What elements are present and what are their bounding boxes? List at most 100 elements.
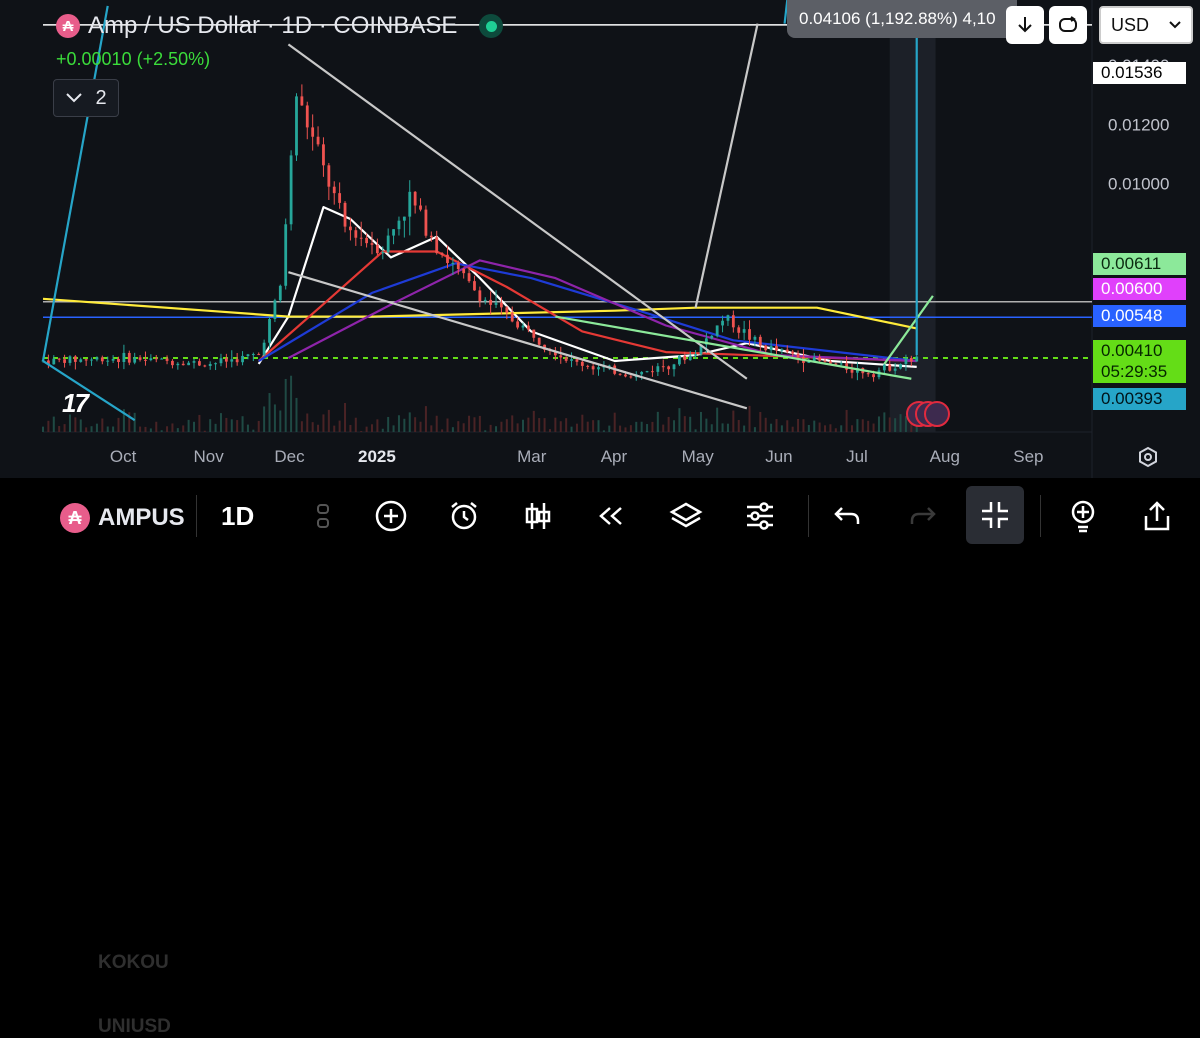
volume-bar [770, 423, 773, 432]
fullscreen-exit-button[interactable] [966, 486, 1024, 544]
settings-sliders-button[interactable] [739, 495, 781, 537]
candle-body [489, 299, 493, 305]
ideas-button[interactable] [1062, 495, 1104, 537]
redo-button[interactable] [902, 495, 944, 537]
volume-bar [306, 413, 309, 432]
x-tick-label: 2025 [358, 447, 396, 466]
volume-bar [106, 426, 109, 432]
volume-bar [209, 419, 212, 432]
candle-body [208, 364, 212, 366]
chart-area[interactable]: 0.014000.012000.01000OctNovDec2025MarApr… [0, 0, 1200, 478]
volume-bar [257, 420, 260, 432]
volume-bar [149, 428, 152, 432]
currency-select[interactable]: USD [1099, 6, 1193, 44]
candle-body [224, 358, 228, 362]
trend-line [42, 360, 136, 422]
candle-body [100, 357, 104, 362]
candle-body [494, 302, 498, 305]
price-axis-label: 0.00410 [1093, 340, 1186, 362]
candle-body [473, 281, 476, 291]
volume-bar [548, 429, 551, 432]
layers-button[interactable] [665, 495, 707, 537]
plus-circle-icon [375, 500, 407, 532]
add-button[interactable] [370, 495, 412, 537]
candle-body [570, 359, 573, 361]
candle-body [154, 358, 158, 360]
volume-bar [619, 425, 622, 432]
x-tick-label: Apr [601, 447, 628, 466]
amp-coin-icon: ₳ [56, 14, 80, 38]
candle-body [397, 220, 401, 230]
events-icon[interactable] [906, 401, 950, 429]
indicators-button[interactable] [517, 495, 559, 537]
candle-body [354, 230, 358, 238]
candle-body [365, 237, 368, 244]
symbol-header[interactable]: ₳ Amp / US Dollar · 1D · COINBASE [56, 12, 504, 40]
refresh-icon [1059, 16, 1077, 32]
sliders-icon [747, 502, 773, 530]
candle-body [79, 359, 83, 362]
candle-body [769, 346, 773, 351]
arrow-down-icon [1018, 17, 1032, 33]
symbol-search-button[interactable]: ₳ AMPUS [60, 503, 185, 533]
alert-button[interactable] [443, 495, 485, 537]
candle-body [818, 357, 822, 361]
price-ticker: 0.04106 (1,192.88%) 4,10 [787, 0, 1017, 38]
volume-bar [780, 425, 783, 432]
candle-body [73, 356, 77, 362]
amp-coin-icon: ₳ [60, 503, 90, 533]
undo-button[interactable] [826, 495, 868, 537]
candle-body [839, 363, 843, 365]
indicator-toggle[interactable]: 2 [53, 79, 119, 117]
candle-body [106, 360, 110, 362]
x-tick-label: Dec [274, 447, 305, 466]
volume-bar [624, 427, 627, 432]
candle-body [651, 371, 654, 373]
volume-bar [840, 425, 843, 432]
candle-body [429, 235, 433, 238]
candle-body [715, 325, 719, 336]
candle-body [591, 366, 595, 370]
volume-bar [160, 430, 163, 432]
candle-body [160, 358, 164, 360]
volume-bar [532, 410, 535, 432]
volume-bar [764, 417, 767, 432]
volume-bar [176, 428, 179, 432]
candle-body [402, 216, 406, 221]
timeframe-button[interactable]: 1D [221, 501, 254, 532]
replay-button[interactable] [1049, 6, 1087, 44]
candle-body [192, 361, 196, 363]
moving-average-line [257, 250, 917, 363]
symbol-title[interactable]: Amp / US Dollar · 1D · COINBASE [88, 12, 457, 40]
currency-label: USD [1111, 14, 1150, 35]
volume-bar [883, 412, 886, 432]
volume-bar [689, 416, 692, 432]
volume-bar [894, 418, 897, 432]
candle-body [262, 342, 266, 355]
axis-settings-icon[interactable] [1134, 443, 1162, 471]
volume-bar [888, 417, 891, 432]
volume-bar [505, 419, 508, 432]
scroll-down-button[interactable] [1006, 6, 1044, 44]
price-chart[interactable]: 0.014000.012000.01000OctNovDec2025MarApr… [0, 0, 1200, 478]
candle-body [278, 285, 282, 301]
volume-bar [824, 425, 827, 432]
volume-bar [90, 426, 93, 432]
volume-bar [759, 411, 762, 432]
candle-body [872, 374, 875, 378]
candle-body [597, 367, 600, 370]
candle-body [392, 229, 395, 236]
candle-body [829, 361, 832, 364]
candle-body [672, 364, 676, 370]
volume-bar [79, 419, 82, 432]
volume-bar [468, 415, 471, 432]
chart-type-button[interactable] [302, 495, 344, 537]
share-button[interactable] [1136, 495, 1178, 537]
candle-body [780, 349, 784, 351]
replay-rewind-button[interactable] [590, 495, 632, 537]
ghost-symbol-above: KOKOU [98, 952, 169, 973]
candle-body [316, 136, 320, 145]
volume-bar [241, 416, 244, 432]
volume-bar [344, 403, 347, 432]
x-tick-label: Nov [193, 447, 224, 466]
